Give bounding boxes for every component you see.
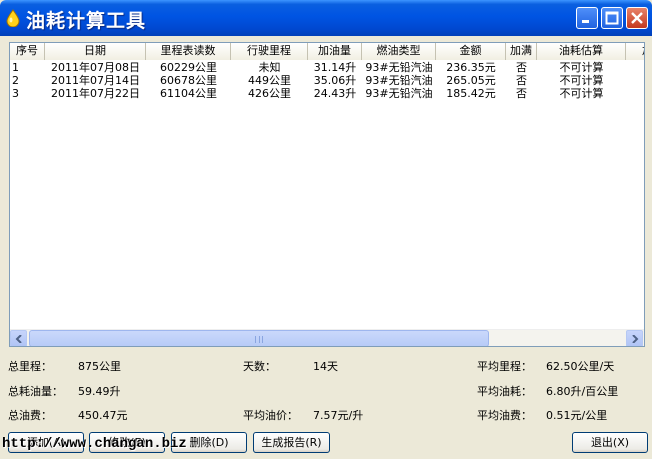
avg-consumption-value: 6.80升/百公里 — [546, 385, 619, 398]
list-header: 序号 日期 里程表读数 行驶里程 加油量 燃油类型 金额 加满 油耗估算 加 — [10, 43, 644, 60]
column-header-odometer[interactable]: 里程表读数 — [146, 43, 231, 60]
cell-consumption-estimate: 不可计算 — [559, 87, 604, 100]
column-header-fuel-amount[interactable]: 加油量 — [308, 43, 362, 60]
cell-cost: 265.05元 — [446, 74, 496, 87]
total-fuel-value: 59.49升 — [78, 385, 121, 398]
cell-fuel-amount: 24.43升 — [313, 87, 357, 100]
avg-mileage-value: 62.50公里/天 — [546, 360, 615, 373]
days-label: 天数： — [243, 360, 276, 373]
cell-fuel-type: 93#无铅汽油 — [365, 87, 433, 100]
avg-price-value: 7.57元/升 — [313, 409, 364, 422]
cell-distance: 449公里 — [248, 74, 291, 87]
cell-odometer: 61104公里 — [160, 87, 217, 100]
cell-full-tank: 否 — [516, 74, 527, 87]
maximize-icon — [605, 11, 619, 25]
title-bar[interactable]: 油耗计算工具 — [0, 0, 652, 36]
scroll-left-button[interactable] — [10, 330, 27, 346]
watermark-url: http://www.changan.biz — [2, 436, 187, 452]
chevron-right-icon — [632, 335, 639, 343]
exit-button[interactable]: 退出(X) — [572, 432, 648, 453]
cell-fuel-amount: 31.14升 — [313, 61, 357, 74]
cell-distance: 426公里 — [248, 87, 291, 100]
avg-consumption-label: 平均油耗： — [477, 385, 532, 398]
minimize-button[interactable] — [576, 7, 598, 29]
cell-consumption-estimate: 不可计算 — [559, 61, 604, 74]
cell-index: 3 — [12, 87, 19, 100]
close-button[interactable] — [626, 7, 648, 29]
window-title: 油耗计算工具 — [26, 10, 147, 32]
column-header-consumption-estimate[interactable]: 油耗估算 — [537, 43, 626, 60]
column-header-cost[interactable]: 金额 — [436, 43, 506, 60]
cell-distance: 未知 — [258, 61, 281, 74]
cell-fuel-amount: 35.06升 — [313, 74, 357, 87]
avg-cost-label: 平均油费： — [477, 409, 532, 422]
days-value: 14天 — [313, 360, 338, 373]
maximize-button[interactable] — [601, 7, 623, 29]
avg-cost-value: 0.51元/公里 — [546, 409, 608, 422]
scroll-right-button[interactable] — [626, 330, 643, 346]
chevron-left-icon — [15, 335, 22, 343]
table-row[interactable]: 3 2011年07月22日 61104公里 426公里 24.43升 93#无铅… — [10, 87, 644, 100]
refuel-records-list[interactable]: 序号 日期 里程表读数 行驶里程 加油量 燃油类型 金额 加满 油耗估算 加 1… — [9, 42, 645, 347]
column-header-distance[interactable]: 行驶里程 — [231, 43, 308, 60]
grip-icon — [255, 336, 263, 343]
cell-full-tank: 否 — [516, 87, 527, 100]
cell-index: 1 — [12, 61, 19, 74]
scroll-thumb[interactable] — [29, 330, 489, 346]
cell-index: 2 — [12, 74, 19, 87]
cell-odometer: 60229公里 — [160, 61, 217, 74]
close-icon — [631, 12, 643, 24]
cell-date: 2011年07月22日 — [51, 87, 140, 100]
total-mileage-label: 总里程： — [8, 360, 52, 373]
cell-date: 2011年07月14日 — [51, 74, 140, 87]
cell-fuel-type: 93#无铅汽油 — [365, 61, 433, 74]
cell-date: 2011年07月08日 — [51, 61, 140, 74]
minimize-icon — [582, 20, 589, 23]
cell-odometer: 60678公里 — [160, 74, 217, 87]
total-cost-value: 450.47元 — [78, 409, 128, 422]
table-row[interactable]: 2 2011年07月14日 60678公里 449公里 35.06升 93#无铅… — [10, 74, 644, 87]
avg-mileage-label: 平均里程： — [477, 360, 532, 373]
fuel-drop-icon — [6, 9, 20, 27]
cell-fuel-type: 93#无铅汽油 — [365, 74, 433, 87]
cell-full-tank: 否 — [516, 61, 527, 74]
cell-cost: 236.35元 — [446, 61, 496, 74]
horizontal-scrollbar[interactable] — [10, 329, 644, 346]
table-row[interactable]: 1 2011年07月08日 60229公里 未知 31.14升 93#无铅汽油 … — [10, 61, 644, 74]
total-fuel-label: 总耗油量： — [8, 385, 63, 398]
generate-report-button[interactable]: 生成报告(R) — [253, 432, 330, 453]
column-header-date[interactable]: 日期 — [45, 43, 146, 60]
column-header-index[interactable]: 序号 — [10, 43, 45, 60]
total-cost-label: 总油费： — [8, 409, 52, 422]
total-mileage-value: 875公里 — [78, 360, 121, 373]
avg-price-label: 平均油价： — [243, 409, 298, 422]
column-header-fuel-type[interactable]: 燃油类型 — [362, 43, 436, 60]
column-header-full-tank[interactable]: 加满 — [506, 43, 537, 60]
cell-cost: 185.42元 — [446, 87, 496, 100]
cell-consumption-estimate: 不可计算 — [559, 74, 604, 87]
column-header-partial[interactable]: 加 — [626, 43, 644, 60]
